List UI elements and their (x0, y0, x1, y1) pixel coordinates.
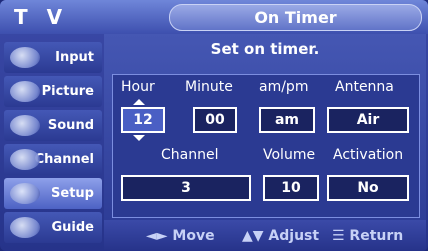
antenna-field[interactable]: Air (327, 107, 409, 133)
move-hint: ◄► Move (146, 228, 215, 244)
down-arrow-icon[interactable] (133, 135, 145, 141)
sidebar-item-label: Picture (41, 84, 94, 99)
channel-field[interactable]: 3 (121, 175, 251, 201)
hour-field[interactable]: 12 (121, 107, 165, 133)
return-hint: ☰ Return (332, 228, 404, 244)
picture-icon (10, 81, 40, 102)
antenna-header: Antenna (335, 79, 394, 95)
on-timer-screen: T V On Timer Input Picture Sound Channel… (0, 0, 428, 251)
up-arrow-icon[interactable] (133, 99, 145, 105)
guide-icon (10, 217, 40, 238)
adjust-hint: ▲▼ Adjust (242, 228, 320, 244)
input-icon (10, 47, 40, 68)
sidebar: Input Picture Sound Channel Setup Guide (0, 34, 104, 251)
sidebar-item-label: Input (55, 50, 94, 65)
sound-icon (10, 115, 40, 136)
main-panel: Set on timer. Hour Minute am/pm Antenna … (104, 34, 426, 220)
sidebar-item-guide[interactable]: Guide (4, 212, 102, 243)
sidebar-item-sound[interactable]: Sound (4, 110, 102, 141)
sidebar-item-input[interactable]: Input (4, 42, 102, 73)
activation-field[interactable]: No (327, 175, 409, 201)
sidebar-item-label: Setup (51, 186, 94, 201)
sidebar-item-picture[interactable]: Picture (4, 76, 102, 107)
sidebar-item-channel[interactable]: Channel (4, 144, 102, 175)
page-title: On Timer (169, 4, 422, 31)
ampm-header: am/pm (259, 79, 309, 95)
activation-header: Activation (333, 147, 404, 163)
sidebar-item-label: Guide (51, 220, 94, 235)
tv-label: T V (14, 5, 69, 29)
timer-settings: Hour Minute am/pm Antenna 12 00 am Air C… (112, 74, 420, 218)
volume-header: Volume (263, 147, 316, 163)
channel-header: Channel (161, 147, 219, 163)
footer-hints: ◄► Move ▲▼ Adjust ☰ Return (104, 220, 426, 251)
minute-header: Minute (185, 79, 233, 95)
volume-field[interactable]: 10 (263, 175, 319, 201)
subtitle: Set on timer. (210, 40, 320, 58)
sidebar-item-label: Channel (34, 152, 94, 167)
title-bar: T V On Timer (0, 0, 428, 34)
sidebar-item-setup[interactable]: Setup (4, 178, 102, 209)
setup-icon (10, 183, 40, 204)
minute-field[interactable]: 00 (193, 107, 237, 133)
ampm-field[interactable]: am (259, 107, 315, 133)
sidebar-item-label: Sound (47, 118, 94, 133)
channel-icon (10, 149, 40, 170)
hour-header: Hour (121, 79, 155, 95)
